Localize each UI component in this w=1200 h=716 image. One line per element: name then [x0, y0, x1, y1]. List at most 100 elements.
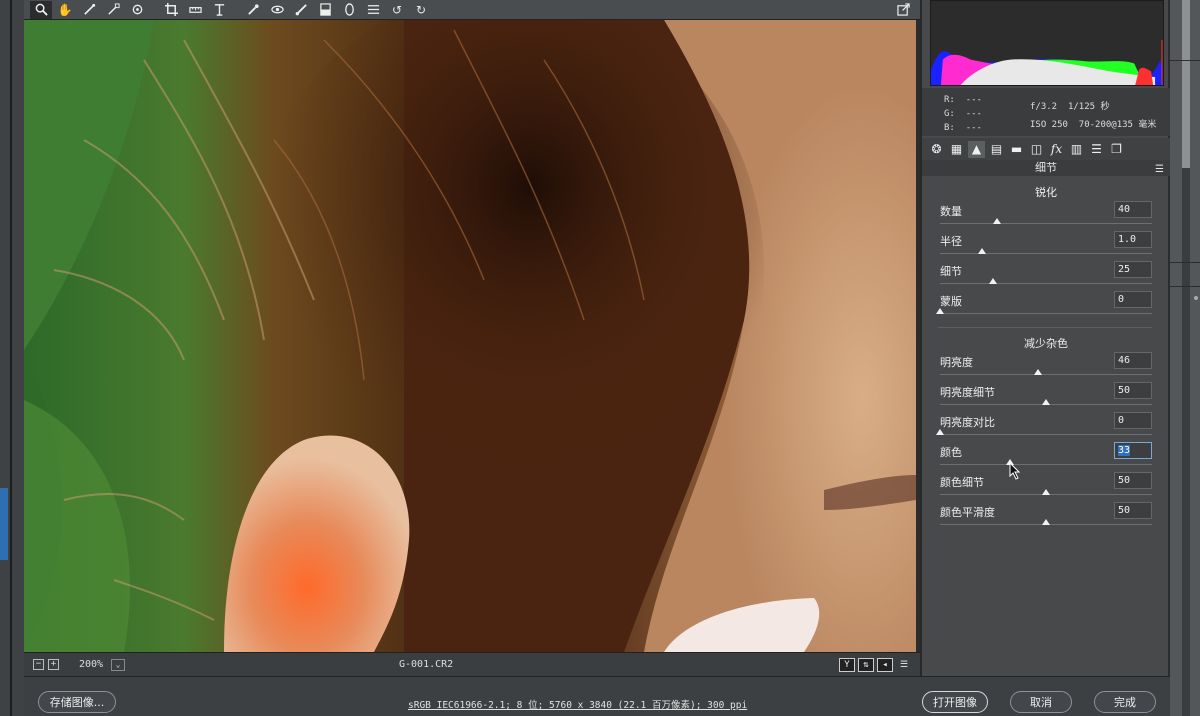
slider-thumb[interactable]: [1042, 519, 1050, 525]
copy-settings-icon[interactable]: ◂: [877, 657, 893, 672]
slider-value-input[interactable]: 25: [1114, 261, 1152, 278]
slider-value-text: 50: [1118, 385, 1131, 396]
slider-track[interactable]: [940, 283, 1152, 284]
zoom-dropdown[interactable]: ⌄: [111, 658, 125, 671]
scroll-thumb[interactable]: [1182, 0, 1190, 168]
blue-accent: [0, 488, 8, 560]
tab-basic-icon[interactable]: ❂: [928, 141, 945, 158]
right-scrollbar[interactable]: [1170, 0, 1200, 716]
slider-thumb[interactable]: [1042, 399, 1050, 405]
slider-label: 半径: [940, 235, 962, 248]
tab-detail-icon[interactable]: ▲: [968, 140, 985, 158]
slider-value-text: 25: [1118, 264, 1131, 275]
slider-value-input[interactable]: 50: [1114, 502, 1152, 519]
tab-snapshots-icon[interactable]: ❐: [1108, 141, 1125, 158]
slider-value-input[interactable]: 1.0: [1114, 231, 1152, 248]
slider-value-input[interactable]: 50: [1114, 472, 1152, 489]
target-adjust-icon[interactable]: [126, 1, 148, 19]
slider-thumb[interactable]: [1033, 369, 1042, 375]
slider-value-input[interactable]: 50: [1114, 382, 1152, 399]
g-value: ---: [965, 109, 982, 119]
slider-label: 明亮度细节: [940, 386, 995, 399]
preferences-icon[interactable]: [362, 1, 384, 19]
slider-value-text: 0: [1118, 415, 1125, 426]
b-label: B:: [944, 123, 955, 133]
panel-tabs: ❂ ▦ ▲ ▤ ▬ ◫ fx ▥ ☰ ❐: [922, 138, 1170, 160]
slider-value-input[interactable]: 40: [1114, 201, 1152, 218]
workflow-options-link[interactable]: sRGB IEC61966-2.1; 8 位; 5760 x 3840 (22.…: [408, 697, 747, 711]
slider-label: 颜色细节: [940, 476, 984, 489]
slider-track[interactable]: [940, 313, 1152, 314]
slider-row: 颜色细节 50: [922, 472, 1170, 502]
bottom-bar: 存储图像... sRGB IEC61966-2.1; 8 位; 5760 x 3…: [24, 676, 1170, 716]
image-preview[interactable]: [24, 20, 916, 652]
spot-removal-icon[interactable]: [242, 1, 264, 19]
tool-bar: ✋ ↺ ↻: [24, 0, 920, 20]
chevron-down-icon: ⌄: [115, 660, 121, 669]
tab-effects-icon[interactable]: fx: [1048, 141, 1065, 158]
slider-label: 蒙版: [940, 295, 962, 308]
tab-camera-calibration-icon[interactable]: ▥: [1068, 141, 1085, 158]
tab-tone-curve-icon[interactable]: ▦: [948, 141, 965, 158]
view-preferences-icon[interactable]: ☰: [896, 658, 912, 672]
slider-thumb[interactable]: [936, 429, 944, 435]
adjustment-brush-icon[interactable]: [290, 1, 312, 19]
window-left-edge: [0, 0, 24, 716]
rotate-cw-icon[interactable]: ↻: [410, 1, 432, 19]
slider-row: 明亮度细节 50: [922, 382, 1170, 412]
rotate-ccw-icon[interactable]: ↺: [386, 1, 408, 19]
zoom-out-button[interactable]: −: [33, 659, 44, 670]
radial-filter-icon[interactable]: [338, 1, 360, 19]
slider-thumb[interactable]: [978, 248, 987, 254]
slider-thumb[interactable]: [993, 218, 1002, 224]
hand-icon[interactable]: ✋: [54, 1, 76, 19]
graduated-filter-icon[interactable]: [314, 1, 336, 19]
slider-thumb[interactable]: [1042, 489, 1050, 495]
red-eye-icon[interactable]: [266, 1, 288, 19]
straighten-icon[interactable]: [184, 1, 206, 19]
slider-track[interactable]: [940, 223, 1152, 224]
sharpen-title: 锐化: [1035, 186, 1057, 199]
tab-presets-icon[interactable]: ☰: [1088, 141, 1105, 158]
white-balance-icon[interactable]: [78, 1, 100, 19]
slider-value-text: 46: [1118, 355, 1131, 366]
slider-row: 明亮度 46: [922, 352, 1170, 382]
exif-readout: f/3.2 1/125 秒 ISO 250 70-200@135 毫米: [1030, 98, 1156, 134]
tab-lens-icon[interactable]: ◫: [1028, 141, 1045, 158]
section-header: 细节 ☰: [922, 160, 1170, 176]
swap-settings-icon[interactable]: ⇅: [858, 657, 874, 672]
color-sampler-icon[interactable]: [102, 1, 124, 19]
tab-split-toning-icon[interactable]: ▬: [1008, 141, 1025, 158]
right-panel: R: --- G: --- B: --- f/3.2 1/125 秒 ISO 25…: [920, 0, 1170, 676]
scroll-tick: [1170, 60, 1200, 61]
save-image-button[interactable]: 存储图像...: [38, 691, 116, 713]
slider-track[interactable]: [940, 374, 1152, 375]
slider-thumb[interactable]: [989, 278, 997, 284]
zoom-in-button[interactable]: +: [48, 659, 59, 670]
slider-label: 颜色平滑度: [940, 506, 995, 519]
slider-value-input[interactable]: 0: [1114, 291, 1152, 308]
slider-track[interactable]: [940, 464, 1152, 465]
slider-row: 明亮度对比 0: [922, 412, 1170, 442]
crop-icon[interactable]: [160, 1, 182, 19]
slider-value-input[interactable]: 46: [1114, 352, 1152, 369]
slider-track[interactable]: [940, 253, 1152, 254]
panel-menu-icon[interactable]: ☰: [1155, 162, 1164, 178]
cancel-button[interactable]: 取消: [1010, 691, 1072, 713]
fullscreen-icon[interactable]: [892, 1, 914, 19]
photo-preview-image: [24, 20, 916, 652]
camera-info: R: --- G: --- B: --- f/3.2 1/125 秒 ISO 25…: [922, 88, 1170, 136]
view-buttons: Y ⇅ ◂ ☰: [839, 657, 912, 672]
zoom-icon[interactable]: [30, 0, 52, 19]
slider-value-text: 33: [1118, 445, 1131, 456]
transform-icon[interactable]: [208, 1, 230, 19]
before-after-y-icon[interactable]: Y: [839, 657, 855, 672]
slider-value-input[interactable]: 0: [1114, 412, 1152, 429]
slider-value-input[interactable]: 33: [1114, 442, 1152, 459]
slider-track[interactable]: [940, 434, 1152, 435]
done-button[interactable]: 完成: [1094, 691, 1156, 713]
tab-hsl-icon[interactable]: ▤: [988, 141, 1005, 158]
open-image-button[interactable]: 打开图像: [922, 691, 988, 713]
slider-thumb[interactable]: [936, 308, 944, 314]
status-bar: − + 200% ⌄ G-001.CR2 Y ⇅ ◂ ☰: [24, 652, 920, 676]
